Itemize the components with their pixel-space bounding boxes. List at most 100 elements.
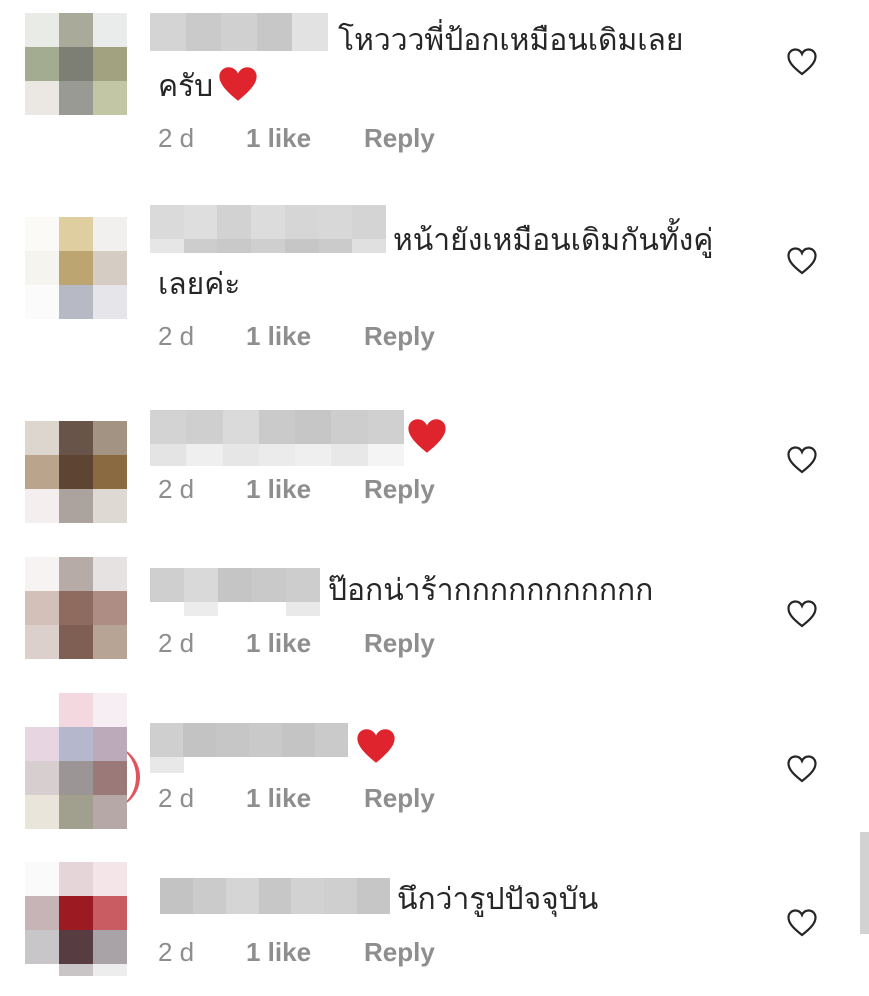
avatar-pixel	[25, 47, 59, 81]
avatar-pixel	[25, 795, 59, 829]
avatar-pixel	[59, 896, 93, 930]
comment-meta: 2 d 1 like Reply	[158, 778, 435, 818]
avatar-pixel	[93, 930, 127, 964]
like-count-link[interactable]: 1 like	[246, 474, 364, 505]
red-heart-emoji	[357, 729, 395, 763]
timestamp: 2 d	[158, 936, 195, 967]
avatar-pixel	[59, 557, 93, 591]
avatar-pixel	[93, 455, 127, 489]
heart-outline-icon[interactable]	[786, 246, 818, 276]
avatar-bottom-strip	[59, 964, 127, 976]
avatar-pixel	[59, 727, 93, 761]
username-redacted[interactable]	[150, 568, 320, 616]
avatar[interactable]	[25, 727, 127, 829]
username-redacted[interactable]	[160, 878, 391, 914]
avatar-pixel	[25, 13, 59, 47]
avatar-pixel	[25, 421, 59, 455]
avatar-pixel	[93, 591, 127, 625]
avatar-pixel	[93, 251, 127, 285]
comment-text-continued: เลยค่ะ	[158, 267, 241, 302]
username-redacted[interactable]	[150, 723, 348, 773]
avatar-pixel	[59, 421, 93, 455]
reply-button[interactable]: Reply	[364, 783, 435, 814]
like-count-link[interactable]: 1 like	[246, 628, 364, 659]
like-count-link[interactable]: 1 like	[246, 937, 364, 968]
reply-button[interactable]: Reply	[364, 123, 435, 154]
avatar-pixel	[93, 761, 127, 795]
comment-meta: 2 d 1 like Reply	[158, 623, 435, 663]
avatar-pixel	[59, 455, 93, 489]
like-count-link[interactable]: 1 like	[246, 123, 364, 154]
heart-outline-icon[interactable]	[786, 445, 818, 475]
comment-meta: 2 d 1 like Reply	[158, 932, 435, 972]
avatar-pixel	[59, 217, 93, 251]
avatar-pixel	[59, 251, 93, 285]
timestamp: 2 d	[158, 627, 195, 658]
scrollbar-thumb[interactable]	[860, 832, 869, 934]
reply-button[interactable]: Reply	[364, 321, 435, 352]
avatar-pixel	[93, 727, 127, 761]
avatar-pixel	[25, 896, 59, 930]
avatar-pixel	[25, 761, 59, 795]
avatar-pixel	[59, 930, 93, 964]
avatar-pixel	[59, 285, 93, 319]
timestamp: 2 d	[158, 122, 195, 153]
avatar-pixel	[59, 13, 93, 47]
avatar-top-strip	[59, 693, 127, 727]
timestamp: 2 d	[158, 473, 195, 504]
comment-meta: 2 d 1 like Reply	[158, 469, 435, 509]
username-redacted[interactable]	[150, 13, 328, 51]
avatar-pixel	[25, 557, 59, 591]
avatar-pixel	[25, 591, 59, 625]
avatar[interactable]	[25, 862, 127, 964]
avatar-pixel	[59, 795, 93, 829]
comment-text: ป๊อกน่าร้ากกกกกกกกกกก	[328, 573, 654, 608]
timestamp: 2 d	[158, 320, 195, 351]
avatar-pixel	[25, 81, 59, 115]
avatar-pixel	[93, 217, 127, 251]
username-redacted[interactable]	[150, 410, 404, 466]
avatar-pixel	[93, 862, 127, 896]
avatar-pixel	[93, 795, 127, 829]
avatar-pixel	[59, 489, 93, 523]
avatar-pixel	[93, 625, 127, 659]
username-redacted[interactable]	[150, 205, 387, 253]
red-heart-emoji	[408, 419, 446, 453]
avatar-pixel	[25, 625, 59, 659]
avatar[interactable]	[25, 13, 127, 115]
heart-outline-icon[interactable]	[786, 754, 818, 784]
heart-outline-icon[interactable]	[786, 47, 818, 77]
avatar[interactable]	[25, 217, 127, 319]
avatar-pixel	[93, 47, 127, 81]
avatar-pixel	[59, 862, 93, 896]
comment-text: โหวววพี่ป้อกเหมือนเดิมเลย	[338, 23, 684, 58]
avatar-pixel	[93, 421, 127, 455]
avatar-pixel	[59, 81, 93, 115]
heart-outline-icon[interactable]	[786, 908, 818, 938]
avatar[interactable]	[25, 557, 127, 659]
avatar-pixel	[93, 285, 127, 319]
reply-button[interactable]: Reply	[364, 937, 435, 968]
like-count-link[interactable]: 1 like	[246, 783, 364, 814]
avatar-pixel	[59, 625, 93, 659]
avatar-pixel	[59, 591, 93, 625]
avatar-pixel	[25, 251, 59, 285]
reply-button[interactable]: Reply	[364, 628, 435, 659]
avatar-pixel	[25, 285, 59, 319]
comment-meta: 2 d 1 like Reply	[158, 316, 435, 356]
avatar[interactable]	[25, 421, 127, 523]
avatar-pixel	[25, 217, 59, 251]
comment-text: นึกว่ารูปปัจจุบัน	[397, 882, 599, 917]
reply-button[interactable]: Reply	[364, 474, 435, 505]
avatar-pixel	[59, 47, 93, 81]
avatar-pixel	[25, 930, 59, 964]
heart-outline-icon[interactable]	[786, 599, 818, 629]
avatar-pixel	[25, 727, 59, 761]
comment-text-continued: ครับ	[158, 69, 214, 104]
like-count-link[interactable]: 1 like	[246, 321, 364, 352]
avatar-pixel	[93, 81, 127, 115]
avatar-pixel	[93, 896, 127, 930]
comment-text: หน้ายังเหมือนเดิมกันทั้งคู่	[393, 223, 714, 258]
avatar-pixel	[93, 557, 127, 591]
timestamp: 2 d	[158, 782, 195, 813]
